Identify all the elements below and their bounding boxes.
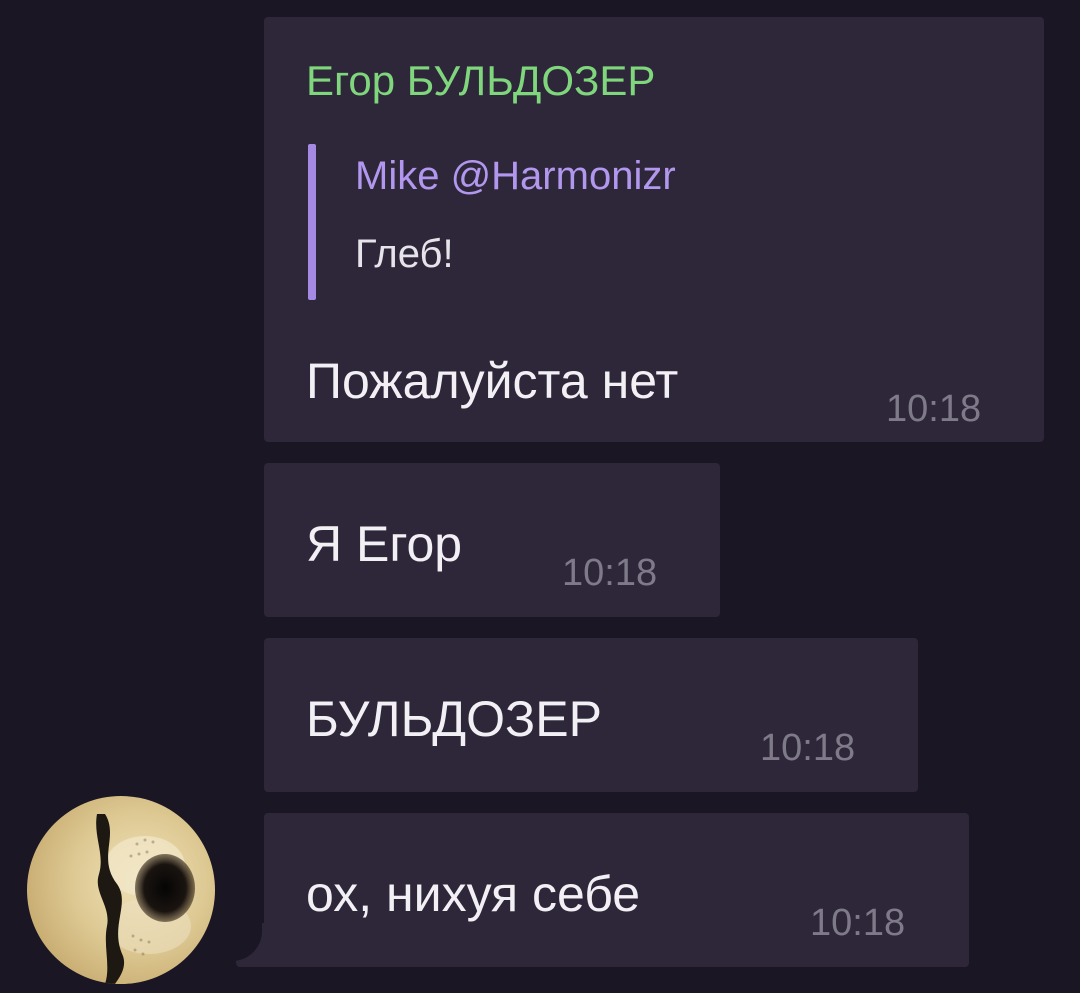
reply-text: Глеб! [355, 232, 454, 276]
message-time: 10:18 [760, 727, 856, 769]
message-bubble[interactable]: Егор БУЛЬДОЗЕР Mike @Harmonizr Глеб! Пож… [264, 17, 1044, 442]
message-text: БУЛЬДОЗЕР [306, 691, 602, 747]
reply-accent-bar [308, 144, 316, 300]
user-avatar-photo[interactable] [27, 796, 215, 984]
message-bubble[interactable]: Я Егор 10:18 [264, 463, 720, 617]
message-time: 10:18 [562, 552, 658, 594]
sender-name[interactable]: Егор БУЛЬДОЗЕР [306, 57, 655, 105]
avatar-image [96, 814, 195, 984]
reply-quote[interactable]: Mike @Harmonizr Глеб! [308, 144, 828, 300]
message-bubble[interactable]: БУЛЬДОЗЕР 10:18 [264, 638, 918, 792]
message-text: ох, нихуя себе [306, 866, 641, 922]
message-text: Я Егор [306, 516, 463, 572]
message-text: Пожалуйста нет [306, 353, 679, 409]
reply-author: Mike @Harmonizr [355, 154, 676, 198]
message-time: 10:18 [810, 902, 906, 944]
bubble-tail [236, 923, 266, 967]
message-bubble[interactable]: ох, нихуя себе 10:18 [264, 813, 969, 967]
message-time: 10:18 [886, 388, 982, 430]
